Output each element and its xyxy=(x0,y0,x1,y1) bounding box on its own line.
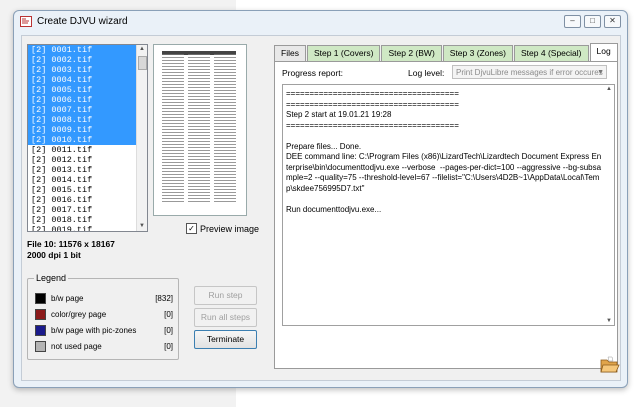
legend-count: [0] xyxy=(164,310,173,319)
preview-page-image xyxy=(160,51,238,206)
file-list-item[interactable]: [2] 0018.tif xyxy=(28,215,136,225)
run-step-button[interactable]: Run step xyxy=(194,286,257,305)
legend-swatch xyxy=(35,293,46,304)
file-list-item[interactable]: [2] 0001.tif xyxy=(28,45,136,55)
app-icon xyxy=(20,16,32,27)
log-level-select[interactable]: Print DjvuLibre messages if error occure… xyxy=(452,65,607,79)
legend-item: b/w page with pic-zones [0] xyxy=(35,325,173,336)
folder-open-icon[interactable] xyxy=(600,356,620,374)
window-title: Create DJVU wizard xyxy=(37,16,128,27)
file-list-scrollbar[interactable]: ▲ ▼ xyxy=(136,45,147,231)
checkmark-icon[interactable]: ✓ xyxy=(186,223,197,234)
file-list-item[interactable]: [2] 0003.tif xyxy=(28,65,136,75)
preview-checkbox[interactable]: ✓ Preview image xyxy=(186,223,259,234)
tab-step4[interactable]: Step 4 (Special) xyxy=(514,45,589,61)
legend-count: [832] xyxy=(155,294,173,303)
scroll-up-icon[interactable]: ▲ xyxy=(137,45,147,54)
file-list-item[interactable]: [2] 0017.tif xyxy=(28,205,136,215)
legend-title: Legend xyxy=(34,273,69,283)
file-list-item[interactable]: [2] 0015.tif xyxy=(28,185,136,195)
log-level-value: Print DjvuLibre messages if error occure… xyxy=(456,68,603,77)
tab-step3[interactable]: Step 3 (Zones) xyxy=(442,45,514,61)
file-info-dpi: 2000 dpi 1 bit xyxy=(27,250,81,260)
tab-files[interactable]: Files xyxy=(274,45,306,61)
legend-label: b/w page with pic-zones xyxy=(51,326,137,335)
file-rows: [2] 0001.tif [2] 0002.tif [2] 0003.tif [2] … xyxy=(28,45,136,231)
legend-swatch xyxy=(35,341,46,352)
file-list-item[interactable]: [2] 0011.tif xyxy=(28,145,136,155)
legend-group: Legend b/w page [832] color/grey page [0… xyxy=(27,273,179,360)
scroll-down-icon[interactable]: ▼ xyxy=(137,222,147,231)
file-list-item[interactable]: [2] 0007.tif xyxy=(28,105,136,115)
legend-count: [0] xyxy=(164,342,173,351)
minimize-button[interactable]: – xyxy=(564,15,581,28)
file-list-item[interactable]: [2] 0009.tif xyxy=(28,125,136,135)
legend-swatch xyxy=(35,309,46,320)
file-list-item[interactable]: [2] 0005.tif xyxy=(28,85,136,95)
progress-report-label: Progress report: xyxy=(282,68,343,78)
log-panel: Progress report: Log level: Print DjvuLi… xyxy=(274,61,618,369)
file-list-item[interactable]: [2] 0002.tif xyxy=(28,55,136,65)
scroll-down-icon[interactable]: ▼ xyxy=(604,318,614,324)
tab-bar: Files Step 1 (Covers) Step 2 (BW) Step 3… xyxy=(274,43,619,61)
file-list-item[interactable]: [2] 0004.tif xyxy=(28,75,136,85)
file-list-item[interactable]: [2] 0006.tif xyxy=(28,95,136,105)
file-info: File 10: 11576 x 18167 2000 dpi 1 bit xyxy=(27,239,115,261)
legend-count: [0] xyxy=(164,326,173,335)
legend-label: b/w page xyxy=(51,294,84,303)
file-list-item[interactable]: [2] 0008.tif xyxy=(28,115,136,125)
chevron-down-icon: ▼ xyxy=(597,69,604,76)
tab-step2[interactable]: Step 2 (BW) xyxy=(381,45,442,61)
log-level-label: Log level: xyxy=(408,68,445,78)
file-list-item[interactable]: [2] 0014.tif xyxy=(28,175,136,185)
run-all-steps-button[interactable]: Run all steps xyxy=(194,308,257,327)
restore-button[interactable]: □ xyxy=(584,15,601,28)
terminate-button[interactable]: Terminate xyxy=(194,330,257,349)
scroll-thumb[interactable] xyxy=(138,56,147,70)
log-textarea[interactable]: ===================================== ==… xyxy=(282,84,615,326)
file-list-item[interactable]: [2] 0010.tif xyxy=(28,135,136,145)
preview-checkbox-label: Preview image xyxy=(200,223,260,234)
log-text: ===================================== ==… xyxy=(286,89,602,214)
client-area: [2] 0001.tif [2] 0002.tif [2] 0003.tif [2] … xyxy=(21,35,621,381)
legend-item: color/grey page [0] xyxy=(35,309,173,320)
scroll-up-icon[interactable]: ▲ xyxy=(604,86,614,92)
legend-item: not used page [0] xyxy=(35,341,173,352)
wizard-window: Create DJVU wizard – □ ✕ [2] 0001.tif [2]… xyxy=(13,10,628,388)
close-button[interactable]: ✕ xyxy=(604,15,621,28)
file-info-size: File 10: 11576 x 18167 xyxy=(27,239,115,249)
legend-label: not used page xyxy=(51,342,102,351)
legend-swatch xyxy=(35,325,46,336)
tab-step1[interactable]: Step 1 (Covers) xyxy=(306,45,381,61)
page-preview xyxy=(153,44,247,216)
file-list-item[interactable]: [2] 0012.tif xyxy=(28,155,136,165)
file-list-item[interactable]: [2] 0016.tif xyxy=(28,195,136,205)
file-list-item[interactable]: [2] 0013.tif xyxy=(28,165,136,175)
titlebar: Create DJVU wizard – □ ✕ xyxy=(14,11,627,33)
legend-label: color/grey page xyxy=(51,310,107,319)
legend-item: b/w page [832] xyxy=(35,293,173,304)
file-list-item[interactable]: [2] 0019.tif xyxy=(28,225,136,231)
file-list[interactable]: [2] 0001.tif [2] 0002.tif [2] 0003.tif [2] … xyxy=(27,44,148,232)
tab-log[interactable]: Log xyxy=(589,43,618,61)
log-scrollbar[interactable]: ▲ ▼ xyxy=(604,85,614,325)
